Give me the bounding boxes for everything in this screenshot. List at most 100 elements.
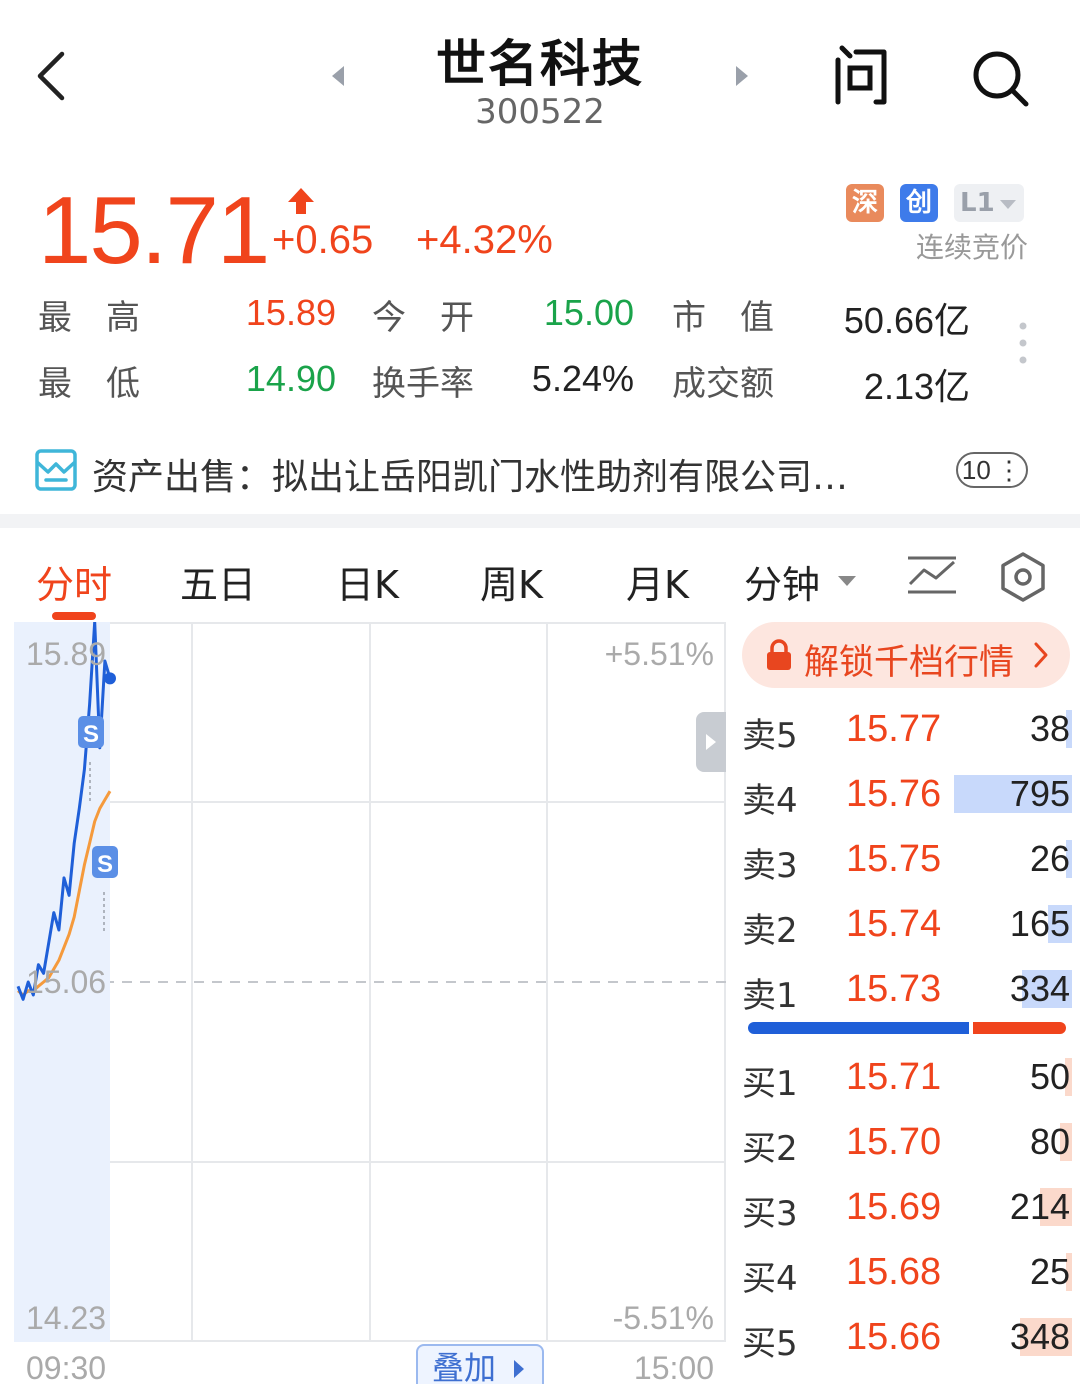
news-count-badge[interactable]: 10 ⋮ (956, 452, 1028, 488)
y-axis-top-label: 15.89 (26, 636, 107, 672)
market-tag-shenzhen: 深 (846, 184, 884, 222)
ask-row[interactable]: 卖5 15.77 38 (742, 706, 1072, 756)
order-volume: 26 (1029, 838, 1070, 879)
bid-row[interactable]: 买4 15.68 25 (742, 1249, 1072, 1299)
order-price: 15.75 (846, 838, 942, 880)
ask-question-icon[interactable] (830, 44, 892, 106)
stat-label-turnover: 换手率 (372, 364, 474, 404)
order-level-label: 买5 (742, 1324, 798, 1364)
expand-order-book-button[interactable] (696, 712, 726, 772)
tab-five-day[interactable]: 五日 (180, 554, 256, 609)
order-level-label: 卖4 (742, 781, 798, 821)
order-volume: 348 (1009, 1316, 1070, 1357)
tab-weekly-k[interactable]: 周K (480, 554, 543, 609)
order-volume: 795 (1009, 773, 1070, 814)
order-level-label: 卖1 (742, 976, 798, 1016)
order-price: 15.76 (846, 773, 942, 815)
time-end-label: 15:00 (633, 1350, 714, 1384)
current-price: 15.71 (38, 177, 270, 284)
stat-label-low: 最 低 (38, 364, 140, 404)
order-price: 15.69 (846, 1186, 942, 1228)
y-axis-bottom-label: 14.23 (26, 1300, 107, 1336)
current-price-dot (104, 672, 116, 685)
search-icon[interactable] (970, 48, 1030, 108)
time-start-label: 09:30 (26, 1350, 107, 1384)
unlock-label: 解锁千档行情 (804, 643, 1015, 683)
order-volume: 80 (1029, 1121, 1070, 1162)
ask-row[interactable]: 卖3 15.75 26 (742, 836, 1072, 886)
pct-axis-top-label: +5.51% (604, 636, 714, 672)
chart-grid (14, 622, 726, 1342)
trading-status: 连续竞价 (915, 231, 1028, 264)
bid-row[interactable]: 买1 15.71 50 (742, 1054, 1072, 1104)
sell-marker-label: S (97, 851, 113, 878)
order-level-label: 卖2 (742, 911, 798, 951)
bid-row[interactable]: 买2 15.70 80 (742, 1119, 1072, 1169)
price-up-arrow-icon (288, 188, 314, 214)
indicator-chart-icon[interactable] (904, 552, 960, 600)
price-change-percent: +4.32% (416, 218, 553, 262)
order-volume: 50 (1029, 1056, 1070, 1097)
order-price: 15.74 (846, 903, 942, 945)
tab-intraday[interactable]: 分时 (36, 554, 112, 609)
pct-axis-bottom-label: -5.51% (612, 1300, 714, 1336)
stat-label-open: 今 开 (372, 298, 474, 338)
overlay-label: 叠加 (432, 1349, 497, 1384)
stat-value-market-cap: 50.66亿 (843, 300, 970, 341)
order-price: 15.71 (846, 1056, 942, 1098)
order-level-label: 卖3 (742, 846, 798, 886)
level-selector[interactable]: L1 (954, 184, 1024, 222)
stat-value-low: 14.90 (245, 358, 336, 399)
stat-value-volume-amount: 2.13亿 (863, 366, 970, 407)
settings-icon[interactable] (996, 550, 1050, 604)
ask-row[interactable]: 卖2 15.74 165 (742, 901, 1072, 951)
stat-value-turnover: 5.24% (531, 358, 634, 399)
tab-monthly-k[interactable]: 月K (626, 554, 689, 609)
level-label: L1 (960, 188, 995, 218)
lock-icon (767, 639, 791, 670)
order-volume: 38 (1029, 708, 1070, 749)
news-headline[interactable]: 资产出售：拟出让岳阳凯门水性助剂有限公司… (92, 448, 912, 500)
stock-name: 世名科技 (436, 35, 644, 93)
ask-row[interactable]: 卖4 15.76 795 (742, 771, 1072, 821)
bid-row[interactable]: 买5 15.66 348 (742, 1314, 1072, 1364)
order-volume: 214 (1009, 1186, 1070, 1227)
stat-value-open: 15.00 (543, 292, 634, 333)
order-level-label: 卖5 (742, 716, 798, 756)
order-volume: 25 (1029, 1251, 1070, 1292)
stat-value-high: 15.89 (245, 292, 336, 333)
chevron-down-icon (1000, 200, 1016, 209)
bid-row[interactable]: 买3 15.69 214 (742, 1184, 1072, 1234)
tab-minute[interactable]: 分钟 (744, 554, 820, 609)
announcement-icon (35, 449, 77, 491)
order-volume: 165 (1009, 903, 1070, 944)
chevron-right-icon (514, 1360, 524, 1378)
next-stock-icon[interactable] (732, 62, 752, 90)
order-price: 15.73 (846, 968, 942, 1010)
tab-daily-k[interactable]: 日K (336, 554, 399, 609)
stat-label-market-cap: 市 值 (672, 298, 774, 338)
overlay-button[interactable]: 叠加 (416, 1344, 544, 1384)
section-divider (0, 514, 1080, 528)
stock-code: 300522 (475, 92, 605, 132)
chevron-right-icon (1034, 642, 1048, 668)
intraday-chart[interactable]: SS (14, 622, 726, 1342)
order-level-label: 买3 (742, 1194, 798, 1234)
ask-row[interactable]: 卖1 15.73 334 (742, 966, 1072, 1016)
news-count: 10 (961, 455, 991, 485)
chevron-right-icon (706, 734, 716, 750)
order-price: 15.77 (846, 708, 942, 750)
board-tag-chinext: 创 (900, 184, 938, 222)
order-price: 15.66 (846, 1316, 942, 1358)
sell-marker-label: S (83, 721, 99, 748)
y-axis-mid-label: 15.06 (26, 964, 107, 1000)
back-arrow-icon[interactable] (30, 48, 74, 104)
chevron-down-icon[interactable] (838, 576, 856, 586)
order-volume: 334 (1009, 968, 1070, 1009)
order-level-label: 买4 (742, 1259, 798, 1299)
more-vertical-icon[interactable] (1016, 320, 1030, 366)
buy-sell-ratio-bar (748, 1022, 1066, 1034)
order-price: 15.68 (846, 1251, 942, 1293)
ratio-bar-buy (748, 1022, 969, 1034)
price-change: +0.65 (272, 218, 374, 262)
